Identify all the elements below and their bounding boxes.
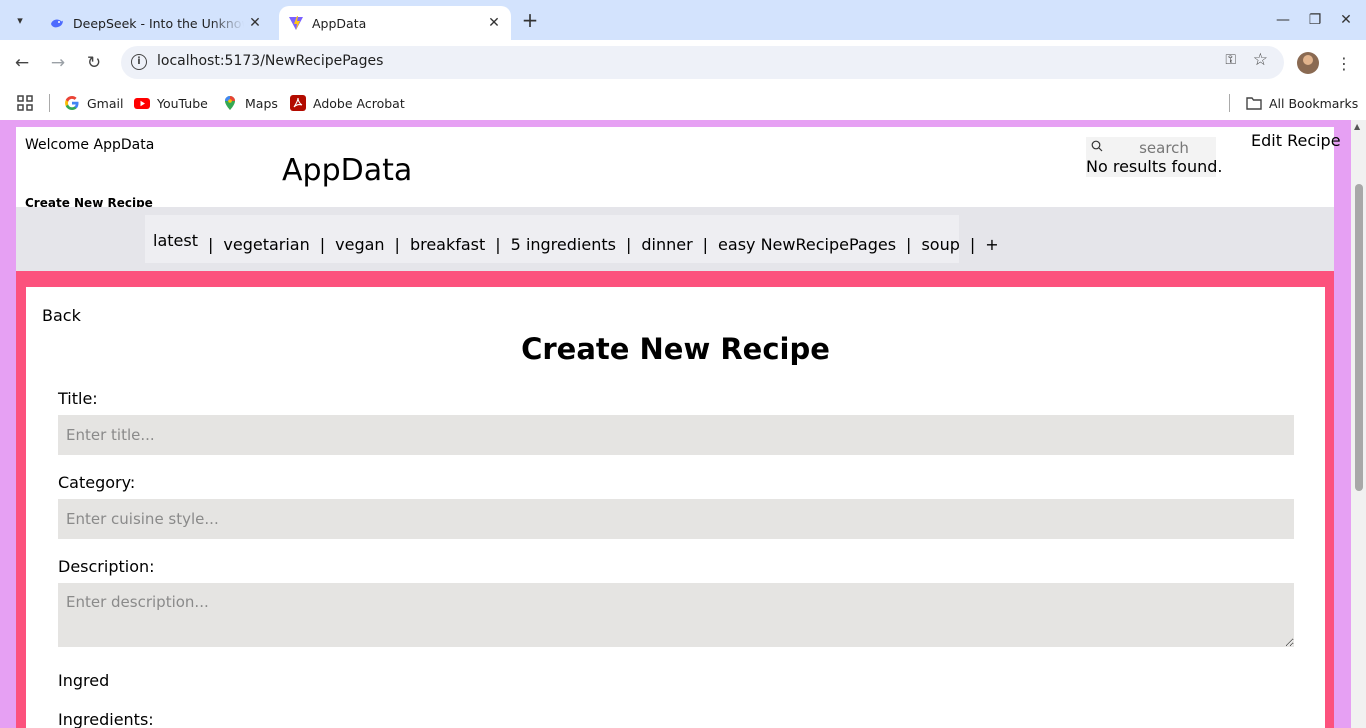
profile-avatar[interactable] <box>1297 52 1319 74</box>
browser-menu-button[interactable]: ⋮ <box>1334 52 1354 74</box>
category-latest[interactable]: latest <box>145 215 198 250</box>
close-window-button[interactable]: ✕ <box>1334 8 1358 32</box>
tab-deepseek[interactable]: DeepSeek - Into the Unknown ✕ <box>40 6 272 40</box>
new-tab-button[interactable]: + <box>518 8 542 32</box>
bookmarks-bar: Gmail YouTube Maps Adobe Acrobat All Boo… <box>0 86 1366 120</box>
restore-icon: ❐ <box>1308 12 1322 28</box>
category-separator: | <box>495 235 501 254</box>
category-vegan[interactable]: vegan <box>335 215 384 254</box>
apps-button[interactable] <box>17 92 40 114</box>
plus-icon: + <box>521 8 539 32</box>
close-icon[interactable]: ✕ <box>483 12 505 34</box>
welcome-text: Welcome AppData <box>25 137 155 153</box>
scrollbar-thumb[interactable] <box>1355 184 1363 491</box>
ingred-text: Ingred <box>58 671 110 690</box>
category-separator: | <box>906 235 912 254</box>
category-label: Category: <box>58 473 136 492</box>
edit-recipe-link[interactable]: Edit Recipe <box>1251 131 1341 150</box>
search-input[interactable] <box>1112 138 1216 158</box>
bookmark-gmail[interactable]: Gmail <box>64 92 123 114</box>
back-button[interactable]: ← <box>9 50 35 76</box>
restore-button[interactable]: ❐ <box>1303 8 1327 32</box>
category-separator: | <box>319 235 326 254</box>
tab-title: DeepSeek - Into the Unknown <box>73 15 244 31</box>
app-title: AppData <box>282 153 413 188</box>
search-status-text: No results found. <box>1086 157 1223 176</box>
bookmark-youtube[interactable]: YouTube <box>134 92 208 114</box>
deepseek-whale-icon <box>51 19 63 28</box>
google-icon <box>65 96 79 110</box>
back-link[interactable]: Back <box>42 306 81 325</box>
bookmark-divider <box>49 94 50 112</box>
title-label: Title: <box>58 389 98 408</box>
category-easy[interactable]: easy NewRecipePages <box>718 215 896 254</box>
bookmark-maps[interactable]: Maps <box>222 92 278 114</box>
category-separator: | <box>702 235 709 254</box>
apps-grid-icon <box>17 95 33 111</box>
form-frame: Back Create New Recipe Title: Category: … <box>16 271 1334 728</box>
bookmark-label: All Bookmarks <box>1269 95 1359 111</box>
category-nav: latest | vegetarian | vegan | breakfast … <box>145 215 999 263</box>
category-vegetarian[interactable]: vegetarian <box>223 215 309 254</box>
category-bar: latest | vegetarian | vegan | breakfast … <box>16 207 1334 271</box>
reload-button[interactable]: ↻ <box>81 50 107 76</box>
site-info-icon[interactable]: i <box>131 54 147 70</box>
bookmark-adobe-acrobat[interactable]: Adobe Acrobat <box>290 92 405 114</box>
category-separator: | <box>625 235 632 254</box>
browser-tab-strip: ▾ DeepSeek - Into the Unknown ✕ AppData … <box>0 0 1366 40</box>
browser-toolbar: ← → ↻ i localhost:5173/NewRecipePages ⚿ … <box>0 40 1366 86</box>
reload-icon: ↻ <box>86 53 102 73</box>
page-viewport: Welcome AppData AppData Create New Recip… <box>0 120 1366 728</box>
bookmark-divider <box>1229 94 1230 112</box>
forward-button[interactable]: → <box>45 50 71 76</box>
category-soup[interactable]: soup <box>921 215 959 254</box>
category-breakfast[interactable]: breakfast <box>410 215 485 254</box>
scroll-up-arrow-icon[interactable]: ▲ <box>1354 122 1360 131</box>
category-separator: | <box>207 235 214 254</box>
category-input[interactable] <box>58 499 1294 539</box>
title-input[interactable] <box>58 415 1294 455</box>
add-category-button[interactable]: + <box>985 215 998 254</box>
bookmark-star-icon[interactable]: ☆ <box>1253 50 1268 70</box>
bookmark-label: Adobe Acrobat <box>313 95 405 111</box>
bookmark-label: Gmail <box>87 95 124 111</box>
bookmark-label: Maps <box>245 95 278 111</box>
all-bookmarks-button[interactable]: All Bookmarks <box>1246 92 1358 114</box>
category-separator: | <box>969 235 976 254</box>
adobe-acrobat-icon <box>290 95 306 111</box>
ingredients-label: Ingredients: <box>58 710 154 728</box>
vite-logo-icon <box>289 16 303 30</box>
kebab-menu-icon: ⋮ <box>1336 53 1352 73</box>
maps-pin-icon <box>225 96 235 110</box>
tab-appdata[interactable]: AppData ✕ <box>279 6 511 40</box>
app-header: Welcome AppData AppData Create New Recip… <box>16 127 1341 210</box>
category-separator: | <box>394 235 400 254</box>
folder-icon <box>1246 97 1262 110</box>
description-textarea[interactable] <box>58 583 1294 647</box>
minimize-button[interactable]: — <box>1271 8 1295 32</box>
tab-search-button[interactable]: ▾ <box>8 8 32 32</box>
url-text[interactable]: localhost:5173/NewRecipePages <box>157 53 383 69</box>
search-box: No results found. <box>1086 137 1222 177</box>
category-5-ingredients[interactable]: 5 ingredients <box>511 215 616 254</box>
close-icon: ✕ <box>1340 12 1352 28</box>
minimize-icon: — <box>1276 12 1290 28</box>
tab-title: AppData <box>312 15 367 31</box>
arrow-right-icon: → <box>50 53 66 73</box>
page-title: Create New Recipe <box>521 332 830 366</box>
bookmark-label: YouTube <box>157 95 208 111</box>
create-recipe-card: Back Create New Recipe Title: Category: … <box>26 287 1325 728</box>
address-bar[interactable]: i localhost:5173/NewRecipePages ⚿ ☆ <box>121 46 1284 79</box>
youtube-icon <box>134 98 150 109</box>
arrow-left-icon: ← <box>14 53 30 73</box>
category-dinner[interactable]: dinner <box>641 215 692 254</box>
page-scrollbar[interactable]: ▲ <box>1351 120 1366 728</box>
search-icon <box>1091 140 1103 155</box>
close-icon[interactable]: ✕ <box>244 12 266 34</box>
description-label: Description: <box>58 557 155 576</box>
chevron-down-icon: ▾ <box>17 13 23 27</box>
password-key-icon[interactable]: ⚿ <box>1225 52 1236 68</box>
